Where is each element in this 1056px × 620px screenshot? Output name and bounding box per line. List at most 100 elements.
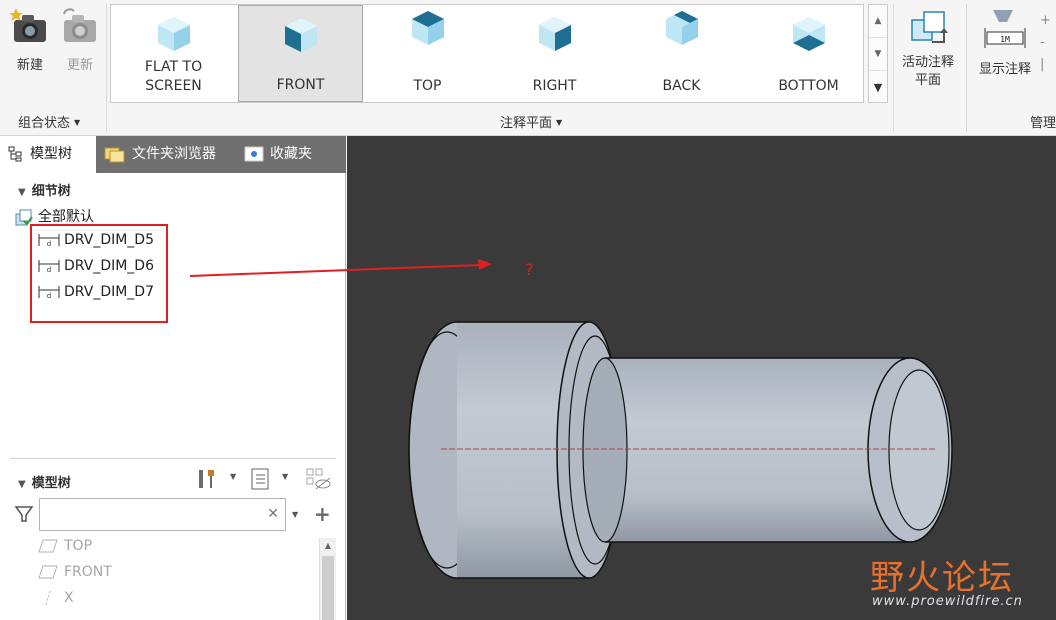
- combo-state-label: 组合状态: [18, 116, 71, 131]
- tab-label: 收藏夹: [270, 146, 312, 162]
- caret-down-icon[interactable]: ▼: [282, 472, 288, 481]
- update-label: 更新: [66, 58, 93, 73]
- scroll-down-icon[interactable]: ▼: [869, 38, 887, 71]
- model-tree-item-label: FRONT: [64, 564, 112, 580]
- clear-icon[interactable]: ✕: [267, 506, 279, 522]
- datum-plane-icon: [38, 565, 58, 579]
- navigator-tabs: 模型树 文件夹浏览器 收藏夹: [0, 136, 346, 173]
- detail-tree-header[interactable]: ▼ 细节树: [18, 180, 71, 199]
- gallery-item-front[interactable]: FRONT: [238, 5, 363, 102]
- tree-icon: [8, 146, 22, 162]
- cube-front-icon: [284, 18, 317, 52]
- divider: [106, 4, 107, 132]
- svg-text:1M: 1M: [1000, 35, 1010, 44]
- divider: [893, 4, 894, 132]
- small-icon-strip: + - |: [1040, 10, 1056, 100]
- collapse-triangle-icon: ▼: [18, 187, 26, 198]
- camera-icon: [9, 8, 46, 42]
- datum-plane-icon: [38, 539, 58, 553]
- model-tree-toolbar: ▼ ▼: [196, 466, 336, 492]
- tree-item-label: 全部默认: [38, 209, 94, 225]
- tab-label: 模型树: [30, 146, 72, 162]
- manage-label: 管理: [1030, 116, 1056, 131]
- datum-axis-icon: [45, 590, 51, 606]
- caret-down-icon: ▼: [556, 118, 563, 127]
- annotation-plane-dropdown[interactable]: 注释平面 ▼: [500, 112, 562, 131]
- ribbon: 新建 更新 组合状态 ▼ FLAT TO SCREEN FRONT TOP RI…: [0, 0, 1056, 136]
- gallery-item-back[interactable]: BACK: [619, 5, 744, 102]
- collapse-triangle-icon: ▼: [18, 479, 26, 490]
- show-annotation-icon: 1M: [984, 10, 1026, 48]
- list-view-icon[interactable]: [250, 468, 270, 490]
- question-mark: ?: [525, 260, 534, 279]
- caret-down-icon[interactable]: ▼: [230, 472, 236, 481]
- cube-back-icon: [665, 11, 698, 45]
- model-tree-title: 模型树: [31, 476, 71, 491]
- caret-down-icon: ▼: [74, 118, 81, 127]
- manage-group-label: 管理: [1030, 112, 1056, 131]
- plus-icon[interactable]: +: [1040, 10, 1056, 32]
- model-tree-item[interactable]: X: [38, 590, 74, 606]
- watermark-url: www.proewildfire.cn: [872, 594, 1023, 609]
- model-tree-item[interactable]: TOP: [38, 538, 92, 554]
- gallery-label: BACK: [662, 78, 701, 94]
- gallery-label: SCREEN: [145, 78, 202, 94]
- filter-icon[interactable]: [14, 504, 34, 524]
- cube-icon: [157, 17, 190, 51]
- new-label: 新建: [16, 58, 43, 73]
- watermark-logo: 野火论坛: [870, 558, 1014, 598]
- bar-icon[interactable]: |: [1040, 54, 1056, 76]
- camera-refresh-icon: [63, 8, 96, 42]
- annotation-plane-label: 注释平面: [500, 116, 553, 131]
- active-plane-label: 活动注释 平面: [896, 54, 960, 90]
- gallery-item-flat-to-screen[interactable]: FLAT TO SCREEN: [111, 5, 236, 102]
- gallery-item-right[interactable]: RIGHT: [492, 5, 617, 102]
- model-tree-item[interactable]: FRONT: [38, 564, 112, 580]
- gallery-label: RIGHT: [532, 78, 577, 94]
- tab-favorites[interactable]: 收藏夹: [236, 136, 346, 173]
- model-tree-header[interactable]: ▼ 模型树: [18, 472, 71, 491]
- gallery-label: BOTTOM: [778, 78, 839, 94]
- gallery-expand-icon[interactable]: ▼: [869, 71, 887, 104]
- gallery-scroll[interactable]: ▲ ▼ ▼: [868, 4, 888, 103]
- scroll-thumb[interactable]: [322, 556, 334, 620]
- gallery-item-bottom[interactable]: BOTTOM: [746, 5, 871, 102]
- show-annotation-label: 显示注释: [978, 62, 1031, 77]
- scroll-up-icon[interactable]: ▲: [320, 538, 336, 554]
- gallery-item-top[interactable]: TOP: [365, 5, 490, 102]
- add-icon[interactable]: +: [314, 502, 331, 526]
- cube-top-icon: [411, 11, 444, 45]
- graphics-viewport[interactable]: ?: [347, 136, 1056, 620]
- cube-right-icon: [538, 17, 571, 51]
- settings-tools-icon[interactable]: [196, 468, 218, 490]
- detail-tree-title: 细节树: [31, 184, 71, 199]
- part-model: [408, 321, 953, 579]
- model-tree-search-input[interactable]: ✕: [39, 498, 286, 531]
- active-plane-label-line1: 活动注释: [901, 55, 954, 70]
- tab-label: 文件夹浏览器: [132, 146, 216, 162]
- annotation-plane-gallery: FLAT TO SCREEN FRONT TOP RIGHT BACK BOTT…: [110, 4, 864, 103]
- update-button[interactable]: 更新: [58, 6, 102, 73]
- panel-splitter[interactable]: [10, 458, 336, 459]
- minus-icon[interactable]: -: [1040, 32, 1056, 54]
- combo-state-dropdown[interactable]: 组合状态 ▼: [18, 112, 80, 131]
- show-hide-icon[interactable]: [306, 468, 332, 490]
- tab-folder-browser[interactable]: 文件夹浏览器: [96, 136, 236, 173]
- cube-bottom-icon: [792, 17, 825, 51]
- gallery-label: FRONT: [276, 77, 325, 93]
- model-tree-scrollbar[interactable]: ▲: [319, 538, 336, 620]
- divider: [966, 4, 967, 132]
- scroll-up-icon[interactable]: ▲: [869, 5, 887, 38]
- model-tree-item-label: TOP: [64, 538, 93, 554]
- active-plane-label-line2: 平面: [914, 73, 941, 88]
- show-annotation-button[interactable]: 1M 显示注释: [972, 6, 1038, 77]
- active-annotation-plane-button[interactable]: 活动注释 平面: [896, 6, 960, 90]
- folder-icon: [104, 147, 125, 163]
- highlight-box: [30, 224, 168, 323]
- gallery-label: TOP: [413, 78, 442, 94]
- tab-model-tree[interactable]: 模型树: [0, 136, 96, 173]
- active-plane-icon: [911, 11, 948, 43]
- model-tree-item-label: X: [64, 590, 74, 606]
- new-button[interactable]: 新建: [8, 6, 52, 73]
- caret-down-icon[interactable]: ▼: [292, 510, 298, 519]
